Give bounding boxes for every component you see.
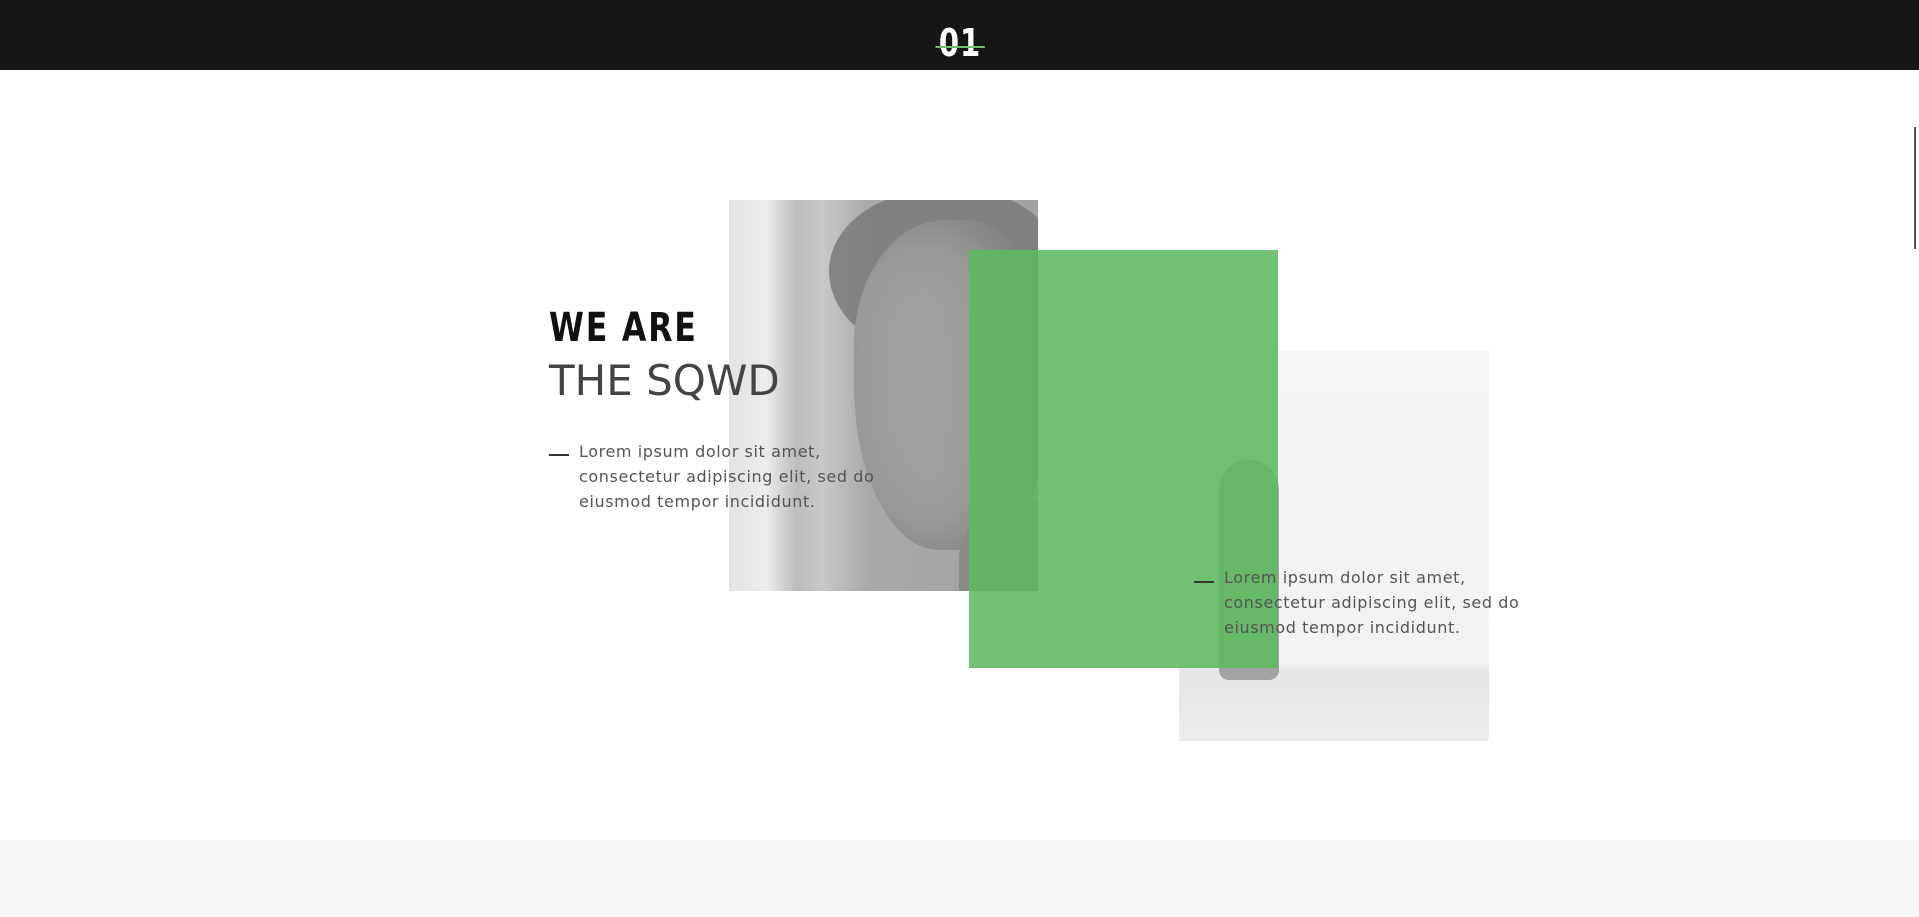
slide-number-accent-line <box>935 46 984 48</box>
slide-number: 01 <box>935 21 984 65</box>
headline-the-sqwd: THE SQWD <box>549 356 780 405</box>
paragraph-right: Lorem ipsum dolor sit amet, consectetur … <box>1224 568 1520 637</box>
paragraph-left: Lorem ipsum dolor sit amet, consectetur … <box>579 442 875 511</box>
next-section-band <box>0 840 1919 917</box>
top-bar: 01 <box>0 0 1919 70</box>
scroll-indicator[interactable] <box>1914 127 1916 249</box>
headline-we-are: WE ARE <box>549 305 698 351</box>
paragraph-left-dash <box>549 454 569 456</box>
slide-number-text: 01 <box>938 21 981 65</box>
paragraph-right-dash <box>1194 581 1214 583</box>
